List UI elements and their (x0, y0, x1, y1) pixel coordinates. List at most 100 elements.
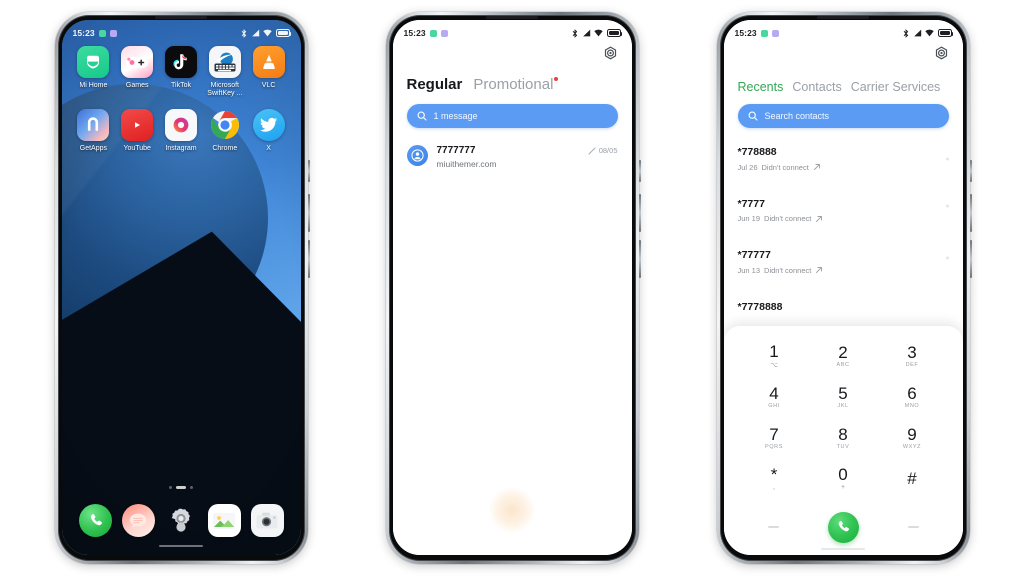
swiftkey-icon (208, 46, 241, 78)
key-digit: 1 (769, 342, 779, 362)
status-bar-right (241, 28, 291, 38)
messages-app: 15:23 Regular Promotional 1 message 7777… (392, 20, 632, 555)
search-icon (417, 111, 427, 121)
dialpad-key-9[interactable]: 9 WXYZ (878, 418, 947, 459)
app-vlc[interactable]: VLC (247, 46, 291, 99)
call-info-dot[interactable] (945, 157, 949, 161)
app-youtube[interactable]: YouTube (115, 108, 159, 153)
tab-label: Regular (406, 76, 463, 93)
dialpad-key-4[interactable]: 4 GHI (740, 377, 809, 418)
dialpad-key-0[interactable]: 0 + (809, 458, 878, 499)
call-info-dot[interactable] (945, 204, 949, 208)
bluetooth-icon (241, 28, 247, 38)
sent-pencil-icon (588, 147, 596, 154)
home-indicator (821, 547, 865, 550)
gear-icon[interactable] (933, 46, 950, 63)
call-detail: Jun 19 Didn't connect (738, 214, 949, 223)
contact-name: 7777777 (436, 145, 476, 156)
list-item[interactable]: 7777777 miuithemer.com 08/05 (393, 136, 632, 178)
violet-square-icon (109, 29, 117, 37)
dialpad-key-3[interactable]: 3 DEF (878, 336, 947, 377)
dialpad-menu-button[interactable] (907, 526, 919, 528)
dialpad-key-star[interactable]: * , (740, 458, 809, 499)
dialpad-key-7[interactable]: 7 PQRS (740, 418, 809, 459)
app-tiktok[interactable]: TikTok (159, 46, 203, 99)
messages-icon[interactable] (121, 504, 155, 537)
tab-recents[interactable]: Recents (738, 80, 784, 94)
app-instagram[interactable]: Instagram (159, 108, 203, 153)
call-date: Jul 26 (737, 162, 758, 172)
phone-screen-messages: 15:23 Regular Promotional 1 message 7777… (392, 20, 632, 555)
phone-bezel: 15:23 (388, 15, 636, 561)
key-digit: 4 (769, 384, 779, 404)
dialpad-key-6[interactable]: 6 MNO (878, 377, 947, 418)
table-row[interactable]: *778888 Jul 26 Didn't connect (724, 138, 963, 181)
status-time: 15:23 (734, 28, 757, 38)
bluetooth-icon (903, 28, 909, 38)
dialer-tabs: Recents Contacts Carrier Services (724, 80, 963, 94)
call-detail: Jul 26 Didn't connect (738, 163, 949, 172)
message-date: 08/05 (598, 146, 618, 155)
call-number: *7777 (737, 197, 765, 210)
settings-gear-icon[interactable] (165, 504, 198, 537)
call-button[interactable] (827, 511, 859, 543)
tab-carrier-services[interactable]: Carrier Services (851, 80, 941, 94)
key-digit: 9 (907, 424, 917, 444)
key-sub: WXYZ (902, 443, 922, 450)
key-digit: 6 (907, 384, 917, 404)
search-input[interactable]: 1 message (406, 104, 618, 128)
status-time: 15:23 (72, 28, 95, 38)
phone-bezel: 15:23 (57, 15, 305, 561)
phone-device-messages: 15:23 Regular Promotional 1 message 7777… (385, 12, 641, 564)
dialpad-key-8[interactable]: 8 TUV (809, 418, 878, 459)
app-label: X (266, 144, 271, 152)
key-sub: DEF (905, 362, 919, 369)
phone-device-dialer: 15:23 Recents Contacts Carrier Services … (716, 12, 972, 564)
app-getapps[interactable]: GetApps (72, 108, 116, 153)
app-label: Chrome (212, 144, 238, 152)
screen-glow (489, 487, 535, 533)
earpiece-speaker (817, 16, 869, 19)
table-row[interactable]: *77777 Jun 13 Didn't connect (724, 232, 963, 284)
table-row[interactable]: *7777 Jun 19 Didn't connect (724, 181, 963, 233)
getapps-icon (77, 108, 110, 141)
call-info-dot[interactable] (945, 256, 949, 260)
dialpad-key-5[interactable]: 5 JKL (809, 377, 878, 418)
key-digit: # (907, 468, 917, 488)
app-chrome[interactable]: Chrome (203, 109, 247, 153)
app-label: Games (125, 82, 149, 89)
app-mi-home[interactable]: Mi Home (72, 46, 116, 99)
dialpad-key-2[interactable]: 2 ABC (809, 336, 878, 377)
app-x-twitter[interactable]: X (247, 108, 291, 153)
status-time: 15:23 (403, 28, 426, 38)
battery-icon (275, 29, 291, 37)
dialpad-key-1[interactable]: 1 ⌥ (740, 336, 809, 377)
add-contact-button[interactable] (767, 526, 779, 528)
key-digit: * (770, 465, 778, 485)
message-preview: miuithemer.com (436, 159, 497, 169)
home-indicator (159, 544, 203, 547)
phone-bezel: 15:23 (719, 15, 967, 561)
table-row[interactable]: *7778888 (724, 284, 963, 324)
search-contacts-input[interactable]: Search contacts (737, 104, 949, 128)
tab-contacts[interactable]: Contacts (792, 80, 841, 94)
app-grid-row-1: Mi Home Games TikTok Microsoft SwiftKey … (62, 42, 301, 99)
gear-icon[interactable] (602, 46, 619, 63)
call-number: *778888 (737, 146, 777, 158)
app-games[interactable]: Games (115, 46, 159, 99)
unread-badge-dot (554, 77, 559, 81)
outgoing-call-arrow-icon (813, 164, 820, 171)
camera-icon[interactable] (250, 504, 284, 537)
tab-regular[interactable]: Regular (407, 76, 463, 93)
tab-label: Carrier Services (850, 80, 941, 94)
search-placeholder: Search contacts (764, 111, 830, 121)
earpiece-speaker (155, 16, 207, 19)
dialpad-key-hash[interactable]: # (878, 458, 947, 499)
tab-promotional[interactable]: Promotional (473, 76, 559, 93)
app-label: GetApps (79, 144, 108, 152)
phone-device-home: 15:23 Mi Home Games TikTok Microsoft Swi… (54, 12, 310, 564)
phone-icon[interactable] (78, 504, 112, 537)
gallery-icon[interactable] (207, 504, 241, 537)
app-swiftkey[interactable]: Microsoft SwiftKey ... (203, 46, 247, 99)
key-digit: 3 (907, 343, 917, 363)
